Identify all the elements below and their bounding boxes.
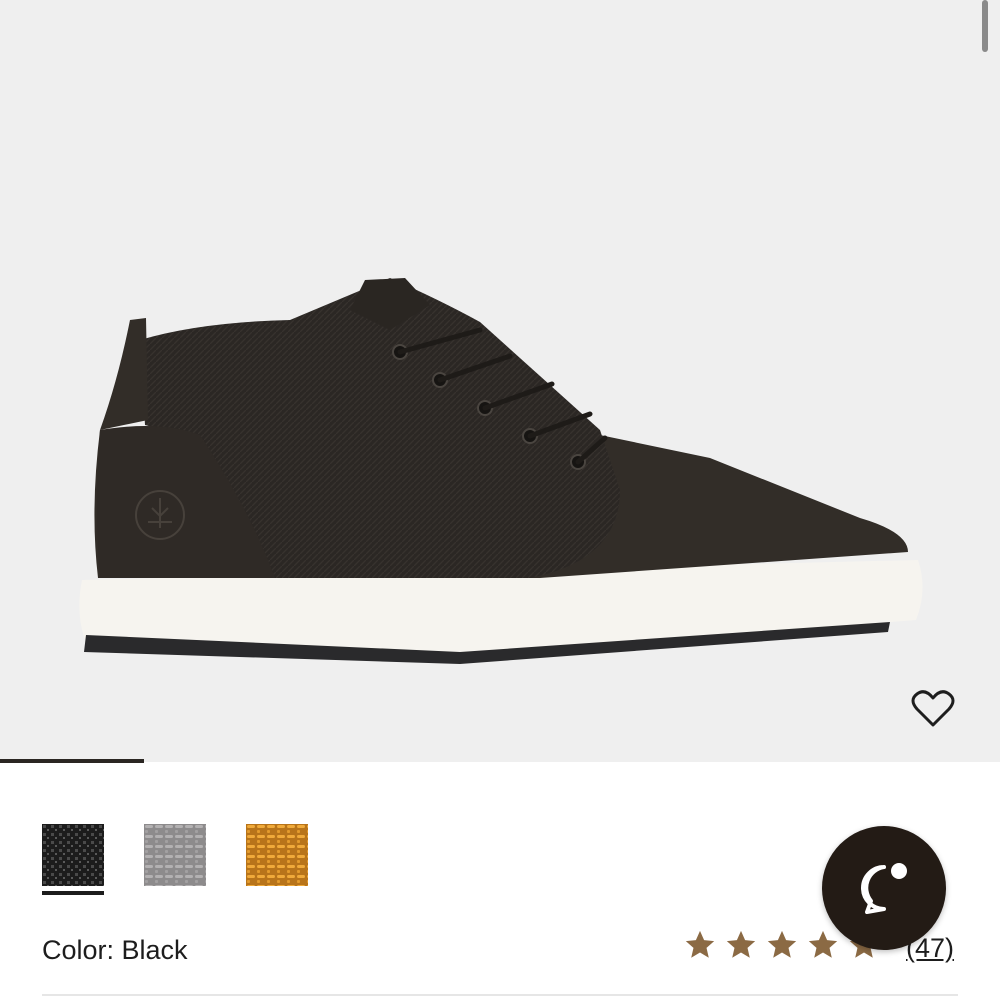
chat-bubble-icon — [861, 863, 907, 914]
swatch-wheat-texture — [246, 824, 308, 886]
chat-button[interactable] — [822, 826, 946, 950]
scrollbar-thumb[interactable] — [982, 0, 988, 52]
product-image — [79, 278, 923, 664]
swatch-selected-indicator — [42, 891, 104, 895]
swatch-wheat[interactable] — [246, 824, 308, 886]
star-icon — [726, 930, 756, 958]
heart-icon — [911, 690, 955, 727]
swatch-black-texture — [42, 824, 104, 886]
product-image-gallery[interactable] — [0, 0, 1000, 762]
wishlist-button[interactable] — [908, 686, 958, 732]
swatch-grey[interactable] — [144, 824, 206, 886]
swatch-black[interactable] — [42, 824, 104, 886]
selected-color-label: Color: Black — [42, 935, 188, 965]
star-icon — [685, 930, 715, 958]
star-icon — [808, 930, 838, 958]
swatch-grey-texture — [144, 824, 206, 886]
gallery-slide-indicator — [0, 759, 144, 763]
section-divider — [42, 994, 958, 996]
star-icon — [767, 930, 797, 958]
